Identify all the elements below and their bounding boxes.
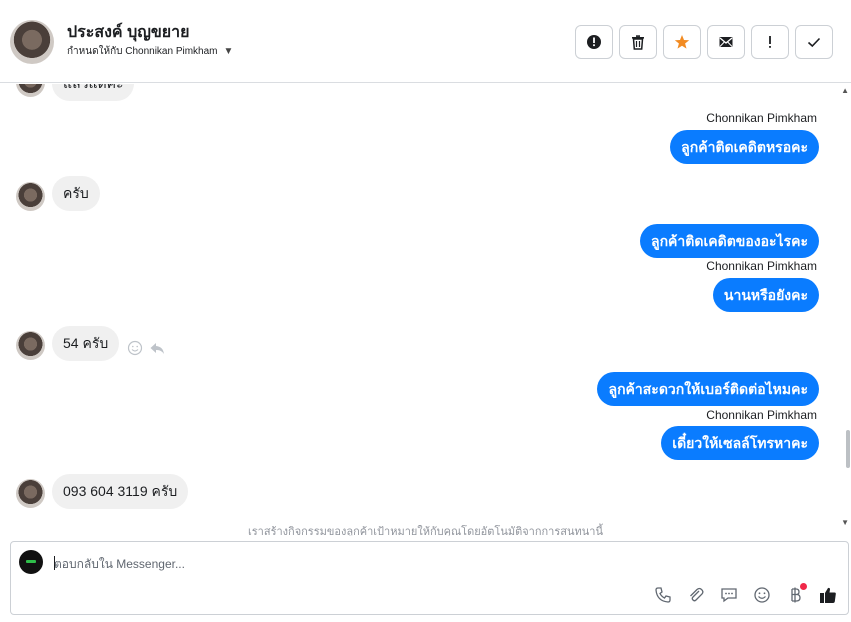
caret-down-icon: ▼: [223, 46, 234, 57]
saved-reply-button[interactable]: [719, 585, 739, 605]
exclamation-icon: [769, 36, 771, 48]
message-outgoing[interactable]: ลูกค้าสะดวกให้เบอร์ติดต่อไหมคะ: [597, 372, 819, 406]
scroll-down-arrow[interactable]: ▼: [841, 518, 849, 527]
message-incoming[interactable]: 54 ครับ: [52, 326, 120, 361]
reply-icon[interactable]: [149, 340, 165, 356]
message-thread[interactable]: แล้วแต่คะ Chonnikan Pimkham ลูกค้าติดเคด…: [0, 84, 851, 536]
sender-name: Chonnikan Pimkham: [706, 408, 817, 422]
star-button[interactable]: [663, 25, 701, 59]
attachment-icon: [690, 587, 704, 602]
star-icon: [674, 35, 690, 49]
payment-button[interactable]: [785, 583, 807, 605]
message-actions: [127, 340, 165, 356]
message-outgoing[interactable]: นานหรือยังคะ: [712, 278, 819, 312]
assigned-to-label: กำหนดให้กับ Chonnikan Pimkham: [67, 46, 218, 57]
sender-name: Chonnikan Pimkham: [706, 111, 817, 125]
message-incoming[interactable]: แล้วแต่คะ: [52, 84, 135, 101]
composer-tools: [653, 583, 838, 605]
contact-avatar-small: [16, 182, 45, 211]
trash-icon: [632, 35, 644, 50]
emoji-button[interactable]: [752, 585, 772, 605]
assignment-dropdown[interactable]: กำหนดให้กับ Chonnikan Pimkham ▼: [67, 44, 233, 59]
sender-name: Chonnikan Pimkham: [706, 259, 817, 273]
conversation-header: ประสงค์ บุญขยาย กำหนดให้กับ Chonnikan Pi…: [0, 0, 851, 83]
thumbs-up-icon: [820, 587, 836, 603]
page-avatar: [19, 550, 43, 574]
message-outgoing[interactable]: ลูกค้าติดเคดิตของอะไรคะ: [640, 224, 819, 258]
system-notice: เราสร้างกิจกรรมของลูกค้าเป้าหมายให้กับคุ…: [248, 526, 603, 536]
scroll-up-arrow[interactable]: ▲: [841, 86, 849, 95]
message-composer: [10, 541, 849, 615]
message-outgoing[interactable]: ลูกค้าติดเคดิตหรอคะ: [670, 130, 819, 164]
conversation-toolbar: [575, 25, 833, 59]
attach-button[interactable]: [686, 585, 706, 605]
contact-avatar-small: [16, 331, 45, 360]
reply-input[interactable]: [54, 554, 754, 574]
report-spam-button[interactable]: [575, 25, 613, 59]
notification-dot: [800, 583, 807, 590]
contact-avatar[interactable]: [10, 20, 54, 64]
emoji-icon: [754, 587, 770, 603]
follow-up-button[interactable]: [751, 25, 789, 59]
contact-avatar-small: [16, 84, 45, 97]
call-button[interactable]: [653, 585, 673, 605]
message-incoming[interactable]: 093 604 3119 ครับ: [52, 474, 189, 509]
emoji-react-icon[interactable]: [127, 340, 143, 356]
message-outgoing[interactable]: เดี๋ยวให้เซลล์โทรหาคะ: [661, 426, 819, 460]
delete-button[interactable]: [619, 25, 657, 59]
like-button[interactable]: [818, 585, 838, 605]
phone-icon: [655, 587, 671, 603]
mark-unread-button[interactable]: [707, 25, 745, 59]
scrollbar-thumb[interactable]: [846, 430, 850, 468]
envelope-icon: [719, 37, 733, 47]
contact-name[interactable]: ประสงค์ บุญขยาย: [67, 20, 190, 45]
check-icon: [807, 37, 821, 48]
message-incoming[interactable]: ครับ: [52, 176, 100, 211]
contact-avatar-small: [16, 479, 45, 508]
saved-reply-icon: [721, 588, 737, 603]
mark-done-button[interactable]: [795, 25, 833, 59]
alert-circle-icon: [587, 35, 601, 49]
